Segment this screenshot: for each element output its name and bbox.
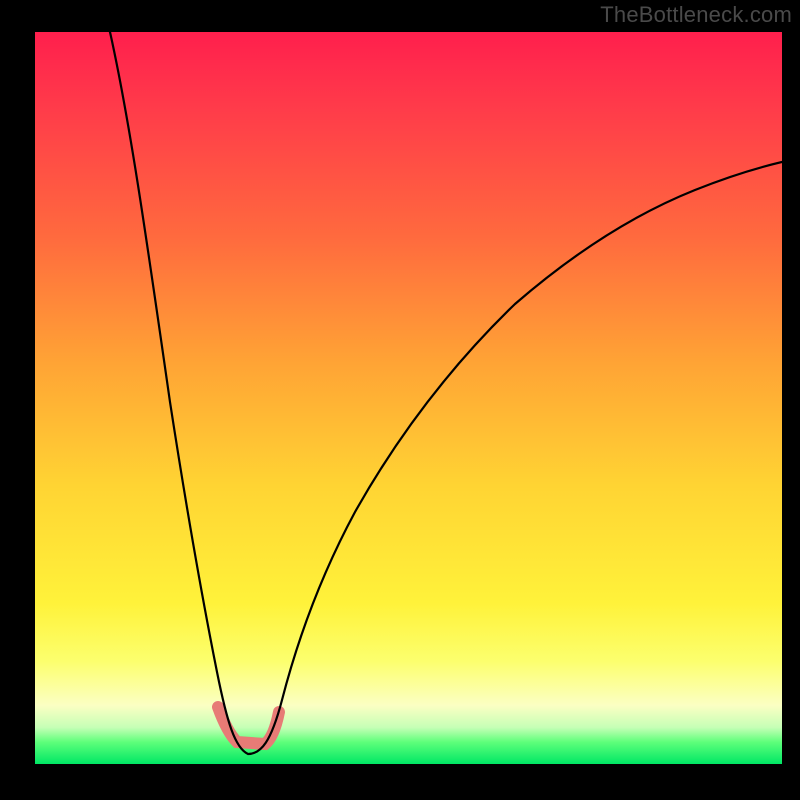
bottleneck-curve — [92, 32, 782, 754]
watermark-text: TheBottleneck.com — [600, 2, 792, 28]
curve-layer — [35, 32, 782, 764]
plot-area — [35, 32, 782, 764]
chart-frame: TheBottleneck.com — [0, 0, 800, 800]
